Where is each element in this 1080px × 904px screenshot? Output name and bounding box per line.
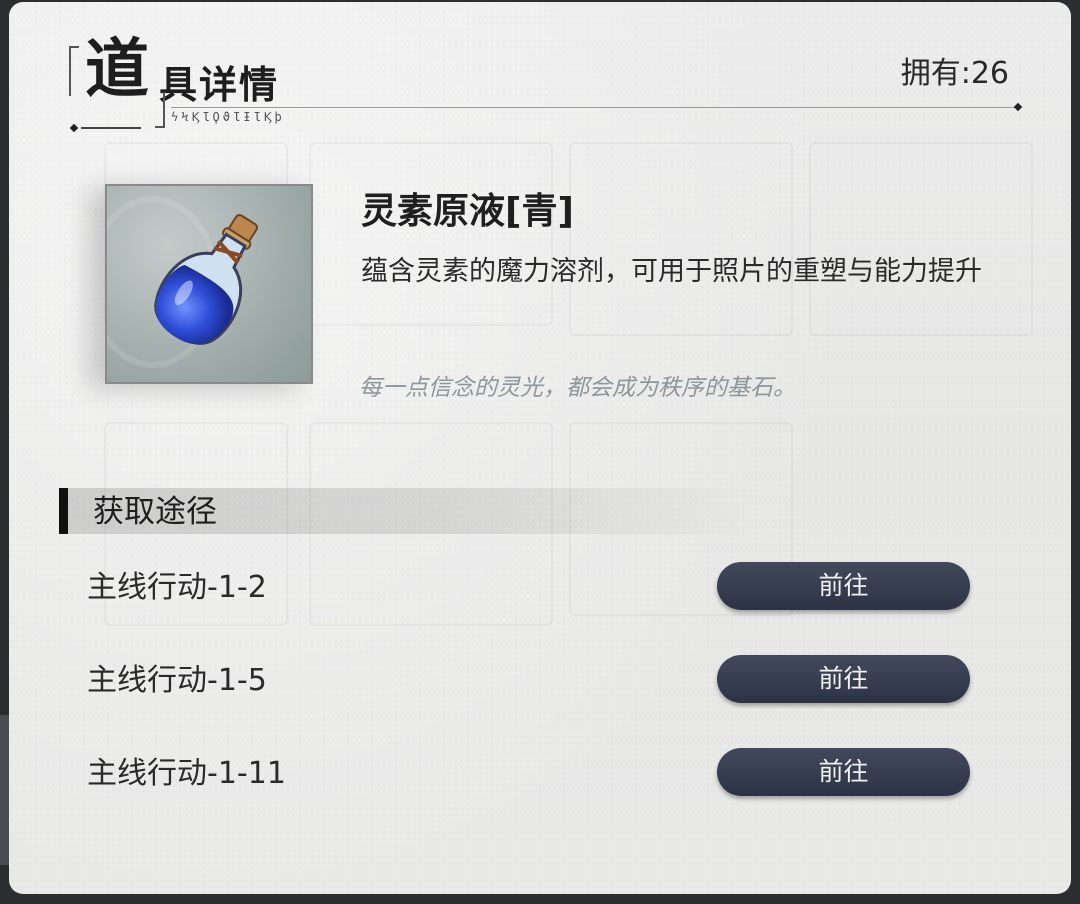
ghost-card — [809, 142, 1033, 336]
ghost-card — [569, 142, 793, 336]
route-label: 主线行动-1-2 — [87, 570, 267, 605]
title-bracket-left — [69, 46, 79, 96]
page-title-first-char: 道 — [85, 32, 149, 107]
goto-button[interactable]: 前往 — [717, 562, 970, 610]
goto-button[interactable]: 前往 — [717, 655, 970, 703]
owned-count: 拥有:26 — [900, 56, 1009, 91]
diamond-ornament-icon — [69, 123, 79, 133]
ghost-card — [309, 142, 553, 326]
page-title: 具详情 — [159, 62, 280, 107]
item-description: 蕴含灵素的魔力溶剂，可用于照片的重塑与能力提升 — [361, 256, 982, 287]
route-label: 主线行动-1-5 — [87, 663, 267, 698]
blue-potion-bottle-icon — [154, 214, 258, 345]
section-accent-bar — [59, 488, 68, 534]
acquire-section-header: 获取途径 — [59, 488, 759, 534]
item-detail-panel: 道 具详情 ϟϞϏƖϘϑƖƗƖϏϸ 拥有:26 灵素原液[青] 蕴含灵素的魔力溶… — [9, 2, 1071, 894]
panel-header: 道 具详情 ϟϞϏƖϘϑƖƗƖϏϸ — [59, 30, 1023, 140]
item-name: 灵素原液[青] — [361, 191, 574, 232]
goto-button[interactable]: 前往 — [717, 748, 970, 796]
title-underline — [81, 127, 141, 129]
title-runes: ϟϞϏƖϘϑƖƗƖϏϸ — [171, 110, 285, 124]
route-label: 主线行动-1-11 — [87, 756, 286, 791]
list-item: 主线行动-1-11 前往 — [9, 748, 1071, 800]
list-item: 主线行动-1-5 前往 — [9, 655, 1071, 707]
title-divider-end — [959, 107, 1017, 108]
item-image-frame — [105, 184, 313, 384]
title-divider — [171, 107, 961, 108]
section-title: 获取途径 — [93, 494, 217, 530]
item-flavor-text: 每一点信念的灵光，都会成为秩序的基石。 — [359, 375, 796, 401]
list-item: 主线行动-1-2 前往 — [9, 562, 1071, 614]
title-bracket-right — [155, 92, 165, 128]
